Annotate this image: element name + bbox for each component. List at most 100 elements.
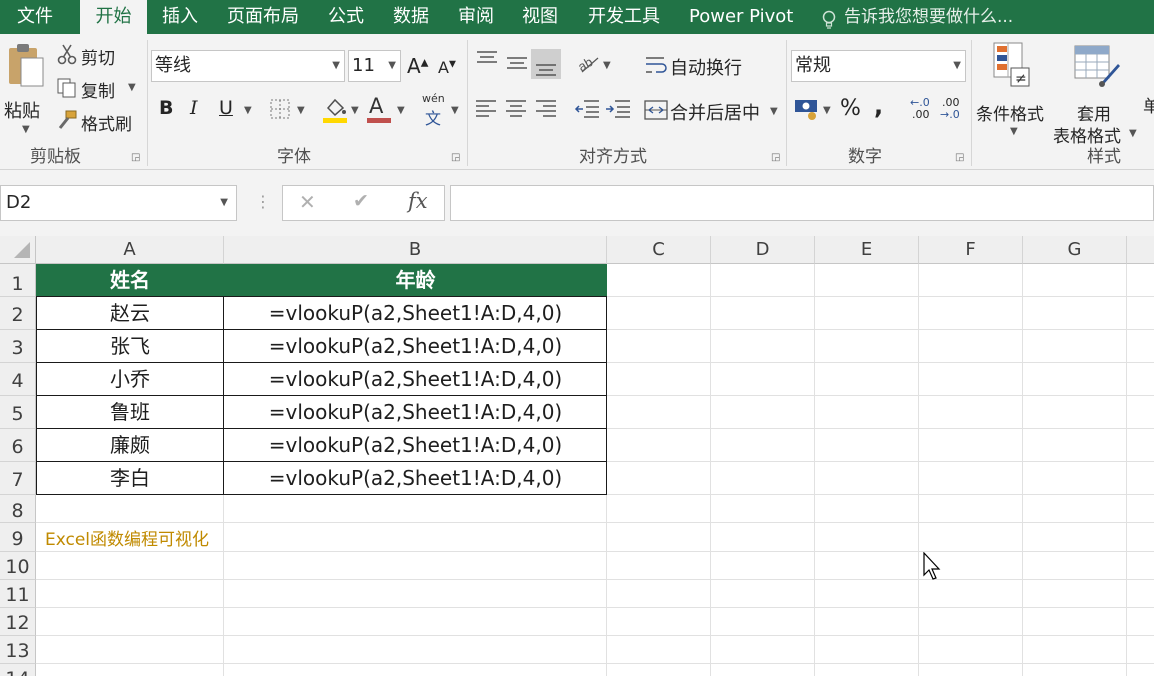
row-header-3[interactable]: 3	[0, 330, 36, 363]
worksheet-grid[interactable]: A B C D E F G 1 2 3 4 5 6 7 8 9 10 11 12…	[0, 236, 1154, 676]
comma-style-button[interactable]: ,	[874, 92, 883, 120]
increase-decimal-button[interactable]: ←.0 .00	[908, 96, 936, 124]
shrink-font-button[interactable]: A▼	[438, 58, 456, 77]
tell-me-box[interactable]: 告诉我您想要做什么...	[818, 0, 1013, 34]
align-top-button[interactable]	[475, 48, 499, 74]
tab-formulas[interactable]: 公式	[328, 0, 364, 34]
row-header-2[interactable]: 2	[0, 297, 36, 330]
decrease-indent-button[interactable]	[574, 98, 600, 124]
wrap-text-button[interactable]: 自动换行	[644, 52, 754, 79]
copy-button[interactable]: 复制 ▼	[56, 76, 138, 102]
row-header-12[interactable]: 12	[0, 608, 36, 636]
bold-button[interactable]: B	[159, 97, 173, 119]
column-header-e[interactable]: E	[815, 236, 919, 264]
tab-page-layout[interactable]: 页面布局	[227, 0, 299, 34]
cell-b3[interactable]: =vlookuP(a2,Sheet1!A:D,4,0)	[224, 330, 607, 362]
tab-data[interactable]: 数据	[393, 0, 429, 34]
row-header-11[interactable]: 11	[0, 580, 36, 608]
column-header-c[interactable]: C	[607, 236, 711, 264]
font-name-combo[interactable]: 等线 ▼	[151, 50, 345, 82]
select-all-button[interactable]	[0, 236, 36, 264]
table-header-name[interactable]: 姓名	[36, 264, 224, 296]
fill-color-dropdown-icon[interactable]: ▼	[351, 105, 359, 116]
column-header-a[interactable]: A	[36, 236, 224, 264]
borders-button[interactable]	[269, 98, 291, 124]
enter-button[interactable]: ✔	[353, 190, 369, 212]
align-left-button[interactable]	[475, 98, 497, 124]
row-header-5[interactable]: 5	[0, 396, 36, 429]
tab-view[interactable]: 视图	[522, 0, 558, 34]
cell-a2[interactable]: 赵云	[36, 297, 224, 329]
fill-color-button[interactable]	[322, 96, 348, 128]
cell-b6[interactable]: =vlookuP(a2,Sheet1!A:D,4,0)	[224, 429, 607, 461]
phonetic-guide-button[interactable]: 文	[425, 105, 441, 129]
cut-button[interactable]: 剪切	[56, 43, 126, 69]
align-middle-button[interactable]	[505, 52, 529, 78]
number-format-combo[interactable]: 常规 ▼	[791, 50, 966, 82]
format-as-table-button[interactable]: 套用 表格格式 ▼	[1052, 42, 1142, 147]
merge-center-button[interactable]: 合并后居中 ▼	[644, 97, 784, 124]
name-box[interactable]: D2 ▼	[0, 185, 237, 221]
font-size-combo[interactable]: 11 ▼	[348, 50, 401, 82]
phonetic-dropdown-icon[interactable]: ▼	[451, 105, 459, 116]
font-launcher-icon[interactable]: ◲	[451, 152, 460, 163]
row-header-9[interactable]: 9	[0, 523, 36, 552]
row-header-10[interactable]: 10	[0, 552, 36, 580]
column-header-h[interactable]	[1127, 236, 1154, 264]
alignment-launcher-icon[interactable]: ◲	[771, 152, 780, 163]
increase-indent-button[interactable]	[605, 98, 631, 124]
align-bottom-button[interactable]	[531, 49, 561, 79]
number-launcher-icon[interactable]: ◲	[955, 152, 964, 163]
underline-button[interactable]: U	[219, 97, 233, 119]
tab-review[interactable]: 审阅	[458, 0, 494, 34]
paste-dropdown-icon[interactable]: ▼	[22, 124, 30, 135]
row-header-14[interactable]: 14	[0, 664, 36, 676]
orientation-button[interactable]: ab	[575, 52, 600, 78]
cancel-button[interactable]: ✕	[299, 190, 316, 214]
cell-a9-note[interactable]: Excel函数编程可视化	[45, 525, 209, 550]
tab-file[interactable]: 文件	[17, 0, 53, 34]
chevron-down-icon[interactable]: ▼	[220, 186, 228, 220]
column-header-f[interactable]: F	[919, 236, 1023, 264]
copy-dropdown-icon[interactable]: ▼	[128, 82, 136, 93]
cell-b4[interactable]: =vlookuP(a2,Sheet1!A:D,4,0)	[224, 363, 607, 395]
cell-b5[interactable]: =vlookuP(a2,Sheet1!A:D,4,0)	[224, 396, 607, 428]
row-header-13[interactable]: 13	[0, 636, 36, 664]
align-right-button[interactable]	[535, 98, 557, 124]
grow-font-button[interactable]: A▲	[407, 54, 428, 78]
conditional-formatting-dropdown-icon[interactable]: ▼	[1010, 126, 1018, 137]
table-header-age[interactable]: 年龄	[224, 264, 607, 296]
accounting-dropdown-icon[interactable]: ▼	[823, 105, 831, 116]
italic-button[interactable]: I	[190, 97, 198, 119]
tab-power-pivot[interactable]: Power Pivot	[689, 0, 793, 34]
align-center-button[interactable]	[505, 98, 527, 124]
clipboard-launcher-icon[interactable]: ◲	[131, 152, 140, 163]
cell-a4[interactable]: 小乔	[36, 363, 224, 395]
formula-bar-grip-icon[interactable]: ⋮	[255, 192, 271, 211]
underline-dropdown-icon[interactable]: ▼	[244, 105, 252, 116]
borders-dropdown-icon[interactable]: ▼	[297, 105, 305, 116]
tab-insert[interactable]: 插入	[162, 0, 198, 34]
cell-a7[interactable]: 李白	[36, 462, 224, 494]
conditional-formatting-button[interactable]: ≠ 条件格式 ▼	[976, 42, 1051, 137]
column-header-b[interactable]: B	[224, 236, 607, 264]
insert-function-button[interactable]: fx	[408, 189, 428, 213]
row-header-6[interactable]: 6	[0, 429, 36, 462]
cell-a6[interactable]: 廉颇	[36, 429, 224, 461]
percent-style-button[interactable]: %	[840, 96, 861, 121]
accounting-format-button[interactable]	[794, 97, 822, 125]
decrease-decimal-button[interactable]: .00 →.0	[940, 96, 968, 124]
row-header-1[interactable]: 1	[0, 264, 36, 297]
font-color-dropdown-icon[interactable]: ▼	[397, 105, 405, 116]
row-header-7[interactable]: 7	[0, 462, 36, 495]
formula-input[interactable]	[450, 185, 1154, 221]
format-painter-button[interactable]: 格式刷	[56, 109, 138, 135]
cell-styles-button[interactable]: 单	[1143, 92, 1154, 117]
column-header-g[interactable]: G	[1023, 236, 1127, 264]
tab-home[interactable]: 开始	[80, 0, 147, 34]
row-header-4[interactable]: 4	[0, 363, 36, 396]
format-as-table-dropdown-icon[interactable]: ▼	[1129, 128, 1137, 139]
column-header-d[interactable]: D	[711, 236, 815, 264]
cell-b2[interactable]: =vlookuP(a2,Sheet1!A:D,4,0)	[224, 297, 607, 329]
row-header-8[interactable]: 8	[0, 495, 36, 523]
